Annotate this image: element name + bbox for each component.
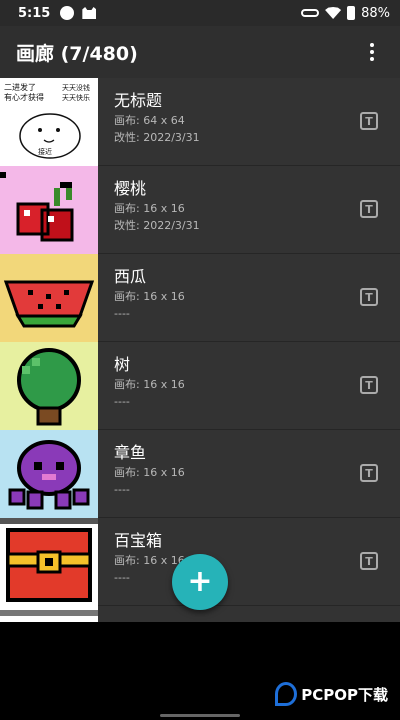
- thumbnail-tree: [0, 342, 98, 430]
- item-title: 树: [114, 355, 131, 374]
- add-button[interactable]: +: [172, 554, 228, 610]
- status-time: 5:15: [18, 5, 51, 21]
- thumbnail-sketch: 二进发了 有心才获得 天天没钱 天天快乐 接近: [0, 78, 98, 166]
- list-item[interactable]: 二进发了 有心才获得 天天没钱 天天快乐 接近 无标题 画布: 64 x 64 …: [0, 78, 400, 166]
- text-icon: T: [365, 114, 373, 128]
- watermark: PCPOP下载: [275, 682, 388, 706]
- list-item[interactable]: 西瓜 画布: 16 x 16 ---- T: [0, 254, 400, 342]
- status-bar: 5:15 88%: [0, 0, 400, 26]
- rename-button[interactable]: T: [360, 464, 378, 482]
- notification-dot-icon: [60, 6, 75, 20]
- text-icon: T: [365, 202, 373, 216]
- rename-button[interactable]: T: [360, 112, 378, 130]
- battery-percent: 88%: [361, 5, 390, 21]
- item-title: 章鱼: [114, 443, 147, 462]
- thumb-text-5: 接近: [38, 147, 52, 156]
- item-modified: 改性: 2022/3/31: [114, 219, 200, 232]
- thumbnail-cherry: [0, 166, 98, 254]
- home-indicator[interactable]: [160, 714, 240, 717]
- item-canvas-size: 画布: 16 x 16: [114, 466, 185, 479]
- thumbnail-partial: [0, 606, 98, 622]
- text-icon: T: [365, 290, 373, 304]
- list-item[interactable]: 树 画布: 16 x 16 ---- T: [0, 342, 400, 430]
- thumbnail-watermelon: [0, 254, 98, 342]
- page-title: 画廊 (7/480): [16, 42, 138, 65]
- status-right: 88%: [301, 6, 390, 21]
- item-canvas-size: 画布: 16 x 16: [114, 290, 185, 303]
- item-modified: 改性: 2022/3/31: [114, 131, 200, 144]
- item-title: 樱桃: [114, 179, 147, 198]
- thumbnail-treasure-chest: [0, 518, 98, 606]
- item-canvas-size: 画布: 16 x 16: [114, 554, 185, 567]
- item-title: 百宝箱: [114, 531, 163, 550]
- item-canvas-size: 画布: 64 x 64: [114, 114, 185, 127]
- thumb-text-4: 天天快乐: [62, 93, 90, 102]
- item-canvas-size: 画布: 16 x 16: [114, 202, 185, 215]
- list-item[interactable]: 章鱼 画布: 16 x 16 ---- T: [0, 430, 400, 518]
- cat-notification-icon: [82, 7, 97, 19]
- thumb-text-1: 二进发了: [4, 82, 36, 92]
- gallery-list: 二进发了 有心才获得 天天没钱 天天快乐 接近 无标题 画布: 64 x 64 …: [0, 78, 400, 622]
- item-modified: ----: [114, 483, 130, 496]
- overflow-menu-icon[interactable]: [360, 37, 384, 67]
- item-title: 无标题: [114, 91, 163, 110]
- item-modified: ----: [114, 395, 130, 408]
- navigation-area: PCPOP下载: [0, 622, 400, 720]
- item-title: 西瓜: [114, 267, 147, 286]
- rename-button[interactable]: T: [360, 200, 378, 218]
- thumb-text-3: 天天没钱: [62, 83, 90, 92]
- vpn-key-icon: [301, 9, 320, 17]
- rename-button[interactable]: T: [360, 376, 378, 394]
- battery-icon: [347, 6, 356, 20]
- thumb-text-2: 有心才获得: [4, 92, 44, 102]
- pcpop-logo-icon: [275, 682, 298, 706]
- item-canvas-size: 画布: 16 x 16: [114, 378, 185, 391]
- text-icon: T: [365, 466, 373, 480]
- watermark-text: PCPOP下载: [301, 685, 388, 704]
- wifi-icon: [325, 7, 342, 19]
- add-icon: +: [187, 564, 213, 599]
- thumbnail-octopus: [0, 430, 98, 518]
- app-bar: 画廊 (7/480): [0, 26, 400, 78]
- text-icon: T: [365, 554, 373, 568]
- item-modified: ----: [114, 307, 130, 320]
- rename-button[interactable]: T: [360, 288, 378, 306]
- list-item[interactable]: 樱桃 画布: 16 x 16 改性: 2022/3/31 T: [0, 166, 400, 254]
- item-modified: ----: [114, 571, 130, 584]
- rename-button[interactable]: T: [360, 552, 378, 570]
- text-icon: T: [365, 378, 373, 392]
